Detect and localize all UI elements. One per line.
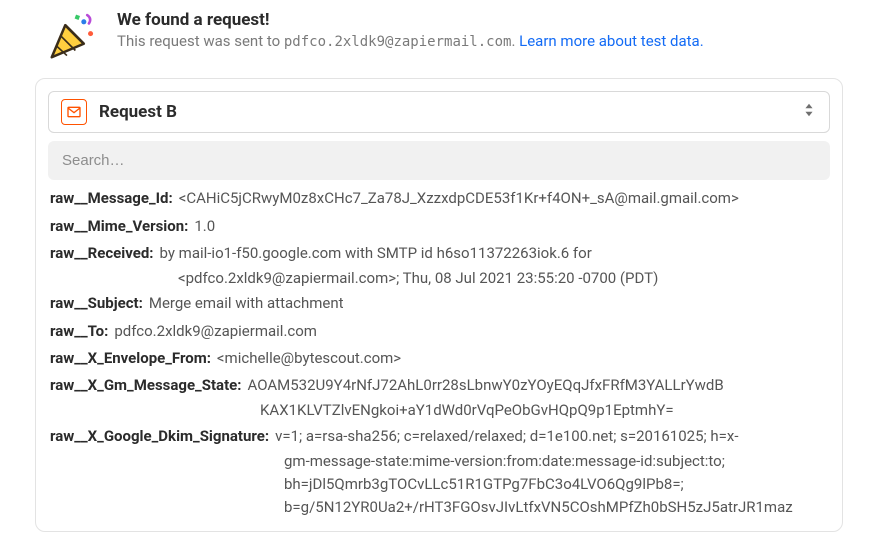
field-key: raw__Subject: xyxy=(50,292,143,315)
field-key: raw__Received: xyxy=(50,242,154,265)
field-key: raw__X_Gm_Message_State: xyxy=(50,374,241,397)
field-value-continuation: b=g/5N12YR0Ua2+/rHT3FGOsvJIvLtfxVN5COshM… xyxy=(50,496,838,519)
field-row: raw__Mime_Version: 1.0 xyxy=(50,213,838,240)
field-list[interactable]: raw__From: Michelle Mitchell <michelle@b… xyxy=(36,184,842,531)
request-card: Request B raw__From: Michelle Mitchell <… xyxy=(35,78,843,532)
field-row: raw__Subject: Merge email with attachmen… xyxy=(50,290,838,317)
banner-email: pdfco.2xldk9@zapiermail.com xyxy=(284,34,512,50)
party-popper-icon xyxy=(45,10,99,64)
field-value: by mail-io1-f50.google.com with SMTP id … xyxy=(160,242,838,265)
field-value-continuation: <pdfco.2xldk9@zapiermail.com>; Thu, 08 J… xyxy=(50,267,838,290)
learn-more-link[interactable]: Learn more about test data. xyxy=(519,32,704,50)
sort-handle-icon xyxy=(803,102,817,122)
field-value: AOAM532U9Y4rNfJ72AhL0rr28sLbnwY0zYOyEQqJ… xyxy=(247,374,838,397)
banner-subtitle: This request was sent to pdfco.2xldk9@za… xyxy=(117,32,704,50)
field-row: raw__Message_Id: <CAHiC5jCRwyM0z8xCHc7_Z… xyxy=(50,185,838,212)
field-row: raw__To: pdfco.2xldk9@zapiermail.com xyxy=(50,318,838,345)
field-value: <michelle@bytescout.com> xyxy=(217,347,838,370)
field-value: v=1; a=rsa-sha256; c=relaxed/relaxed; d=… xyxy=(275,425,838,448)
field-value: Merge email with attachment xyxy=(149,292,838,315)
request-selector[interactable]: Request B xyxy=(48,91,830,133)
banner-title: We found a request! xyxy=(117,10,704,30)
search-input[interactable] xyxy=(48,141,830,180)
field-key: raw__Mime_Version: xyxy=(50,215,188,238)
field-row: raw__X_Google_Dkim_Signature: v=1; a=rsa… xyxy=(50,423,838,450)
field-key: raw__X_Google_Dkim_Signature: xyxy=(50,425,269,448)
request-selector-label: Request B xyxy=(99,102,791,122)
banner-text: We found a request! This request was sen… xyxy=(117,10,704,50)
field-value: pdfco.2xldk9@zapiermail.com xyxy=(114,320,838,343)
field-value-continuation: bh=jDl5Qmrb3gTOCvLLc51R1GTPg7FbC3o4LVO6Q… xyxy=(50,473,838,496)
field-key: raw__To: xyxy=(50,320,108,343)
field-row: raw__Received: by mail-io1-f50.google.co… xyxy=(50,240,838,267)
field-value-continuation: KAX1KLVTZlvENgkoi+aY1dWd0rVqPeObGvHQpQ9p… xyxy=(50,399,838,422)
field-key: raw__Message_Id: xyxy=(50,187,173,210)
field-key: raw__X_Envelope_From: xyxy=(50,347,211,370)
field-row: raw__X_Envelope_From: <michelle@bytescou… xyxy=(50,345,838,372)
field-value: 1.0 xyxy=(194,215,838,238)
field-value: <CAHiC5jCRwyM0z8xCHc7_Za78J_XzzxdpCDE53f… xyxy=(179,187,838,210)
found-request-banner: We found a request! This request was sen… xyxy=(0,0,878,78)
field-row: raw__X_Gm_Message_State: AOAM532U9Y4rNfJ… xyxy=(50,372,838,399)
field-value-continuation: gm-message-state:mime-version:from:date:… xyxy=(50,450,838,473)
mail-icon xyxy=(61,99,87,125)
